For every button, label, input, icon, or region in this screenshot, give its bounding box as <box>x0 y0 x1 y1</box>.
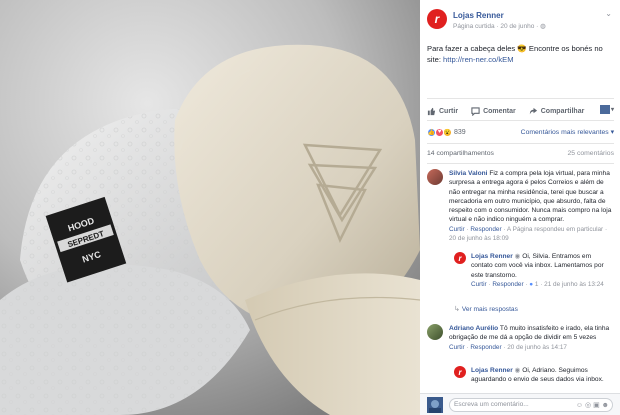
comment-reply-link[interactable]: Responder <box>470 344 501 351</box>
comment-footer-meta: · 20 de junho às 14:17 <box>501 343 567 351</box>
divider <box>427 98 614 99</box>
comment-reply-link[interactable]: Responder <box>470 226 501 233</box>
avatar <box>427 397 443 413</box>
comment-button[interactable]: Comentar <box>471 106 516 116</box>
comment-body: Lojas Renner ◉ Oi, Adriano. Seguimos agu… <box>471 366 613 385</box>
share-label: Compartilhar <box>540 107 585 115</box>
comment-body: Adriano Aurélio Tô muito insatisfeito e … <box>449 324 614 352</box>
more-replies-link[interactable]: ↳ Ver mais respostas <box>454 305 518 313</box>
comment-footer-meta: · 21 de junho às 13:24 <box>538 280 604 288</box>
comment-item: Silvia Valoni Fiz a compra pela loja vir… <box>427 169 614 251</box>
thumbs-up-icon <box>427 107 436 115</box>
comment-author[interactable]: Lojas Renner <box>471 253 513 260</box>
avatar[interactable] <box>427 324 443 340</box>
post-meta: Página curtida · 20 de junho · ◍ <box>453 22 546 30</box>
meta-prefix: Página curtida · <box>453 23 501 30</box>
comment-item: Adriano Aurélio Tô muito insatisfeito e … <box>427 324 614 364</box>
comment-input[interactable]: Escreva um comentário... ☺ ◎ ▣ ☻ <box>449 398 613 412</box>
post-sidebar: r Lojas Renner Página curtida · 20 de ju… <box>420 0 620 415</box>
comment-text: Fiz a compra pela loja virtual, para min… <box>449 170 612 224</box>
logo-letter: r <box>458 367 462 377</box>
comment-composer: Escreva um comentário... ☺ ◎ ▣ ☻ <box>420 393 620 415</box>
speech-bubble-icon <box>471 106 480 116</box>
comment-author[interactable]: Adriano Aurélio <box>449 325 498 332</box>
share-caret-icon: ▾ <box>610 107 614 113</box>
comment-reply-link[interactable]: Responder <box>492 281 523 288</box>
comment-author[interactable]: Silvia Valoni <box>449 170 487 177</box>
reply-arrow-icon: ↳ <box>454 306 462 313</box>
avatar[interactable]: r <box>454 252 466 264</box>
page-logo[interactable]: r <box>427 9 447 29</box>
post-actions: Curtir Comentar Compartilhar ▾ <box>427 104 614 118</box>
reply-item: r Lojas Renner ◉ Oi, Silvia. Entramos em… <box>454 252 614 302</box>
wow-reaction-icon: 😮 <box>443 127 452 137</box>
like-button[interactable]: Curtir <box>427 107 458 116</box>
post-photo[interactable]: HOOD SEPREDT NYC <box>0 0 420 415</box>
comment-like-link[interactable]: Curtir <box>449 226 465 233</box>
comment-like-link[interactable]: Curtir <box>471 281 487 288</box>
avatar[interactable] <box>427 169 443 185</box>
post-date-link[interactable]: 20 de junho <box>500 23 534 30</box>
reply-item: r Lojas Renner ◉ Oi, Adriano. Seguimos a… <box>454 366 614 393</box>
like-label: Curtir <box>439 107 459 115</box>
composer-icons[interactable]: ☺ ◎ ▣ ☻ <box>576 400 609 412</box>
divider <box>427 163 614 164</box>
logo-letter: r <box>458 253 462 263</box>
comment-footer: Curtir · Responder · ● 1 · 21 de junho à… <box>471 280 604 288</box>
post-header: r Lojas Renner Página curtida · 20 de ju… <box>427 9 614 35</box>
comment-input-placeholder: Escreva um comentário... <box>454 401 529 408</box>
divider <box>427 120 614 121</box>
post-link[interactable]: http://ren-ner.co/kEM <box>443 55 513 64</box>
reaction-count: 839 <box>454 128 466 136</box>
comment-footer: Curtir · Responder · A Página respondeu … <box>449 225 608 243</box>
comment-footer: Curtir · Responder · 20 de junho às 14:1… <box>449 343 567 351</box>
globe-icon: ◍ <box>540 23 546 30</box>
shares-count-link[interactable]: 14 compartilhamentos <box>427 150 494 157</box>
comment-label: Comentar <box>483 107 516 115</box>
comment-like-link[interactable]: Curtir <box>449 344 465 351</box>
page-name-link[interactable]: Lojas Renner <box>453 11 504 20</box>
share-button[interactable]: Compartilhar <box>529 107 585 116</box>
avatar[interactable]: r <box>454 366 466 378</box>
logo-letter: r <box>434 12 440 26</box>
reactions-row[interactable]: 👍 ♥ 😮 839 Comentários mais relevantes ▾ <box>427 126 614 138</box>
comment-sort-dropdown[interactable]: Comentários mais relevantes ▾ <box>521 128 614 136</box>
comment-body: Lojas Renner ◉ Oi, Silvia. Entramos em c… <box>471 252 613 289</box>
post-options-chevron-icon[interactable]: ⌄ <box>605 9 612 18</box>
share-audience-selector[interactable]: ▾ <box>599 105 614 114</box>
comment-body: Silvia Valoni Fiz a compra pela loja vir… <box>449 169 614 243</box>
comment-author[interactable]: Lojas Renner <box>471 367 513 374</box>
more-replies-label: Ver mais respostas <box>461 306 518 313</box>
divider <box>427 143 614 144</box>
caps-photo: HOOD SEPREDT NYC <box>0 0 420 415</box>
comments-count: 25 comentários <box>567 150 614 157</box>
post-text: Para fazer a cabeça deles 😎 Encontre os … <box>427 43 607 65</box>
stats-row: 14 compartilhamentos 25 comentários <box>427 150 614 160</box>
user-photo-icon <box>427 397 443 413</box>
share-arrow-icon <box>529 107 537 114</box>
audience-avatar-icon <box>599 105 610 114</box>
